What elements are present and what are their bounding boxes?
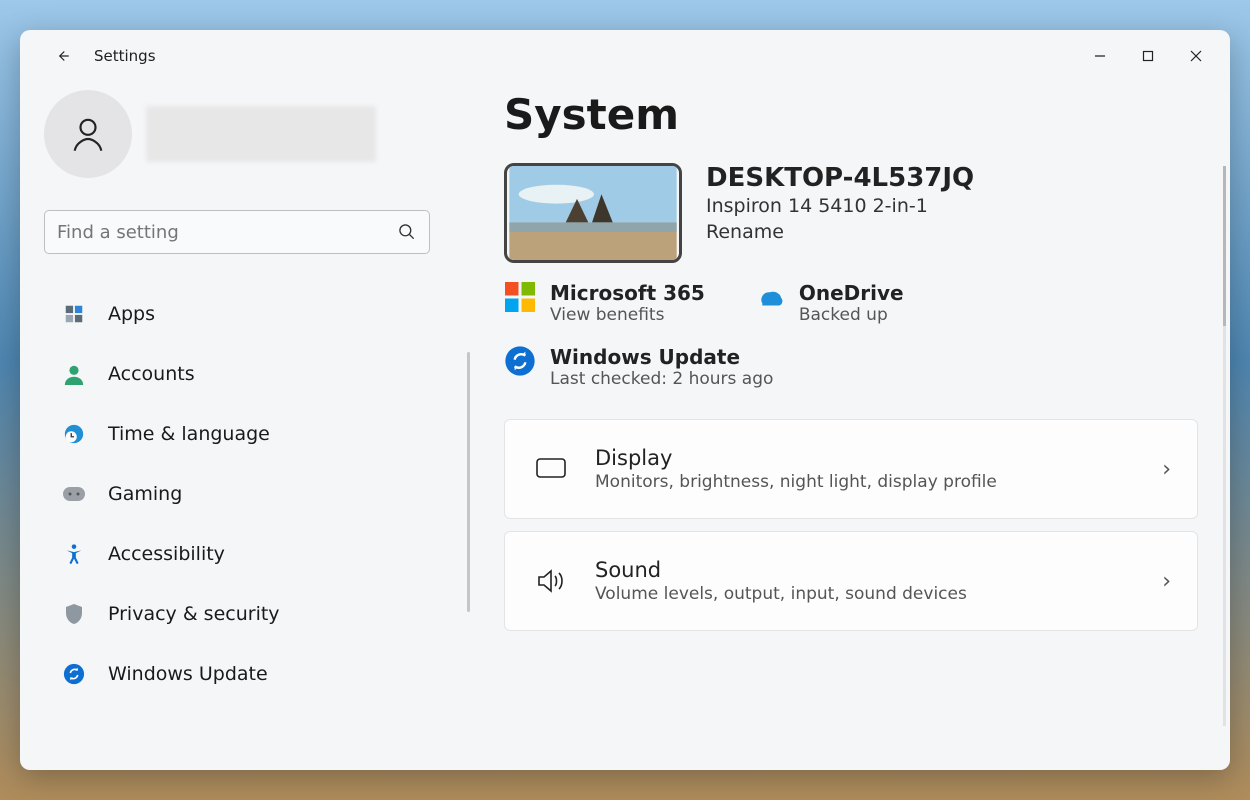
update-sync-icon [504,345,536,377]
onedrive-cloud-icon [753,281,785,313]
status-text: Windows UpdateLast checked: 2 hours ago [550,345,773,389]
maximize-button[interactable] [1124,32,1172,80]
maximize-icon [1142,50,1154,62]
device-name: DESKTOP-4L537JQ [706,163,974,193]
titlebar: Settings [20,30,1230,82]
device-info: DESKTOP-4L537JQ Inspiron 14 5410 2-in-1 … [706,163,974,243]
status-sub: Backed up [799,305,888,325]
device-row: DESKTOP-4L537JQ Inspiron 14 5410 2-in-1 … [504,163,1198,263]
apps-icon [62,302,86,326]
gaming-icon [62,482,86,506]
sidebar-item-windows-update[interactable]: Windows Update [44,644,454,704]
window-body: Apps Accounts Time & language Gaming Acc… [20,82,1230,770]
sidebar-item-accessibility[interactable]: Accessibility [44,524,454,584]
close-icon [1190,50,1202,62]
status-row: Microsoft 365View benefits OneDriveBacke… [504,281,1198,325]
time-language-icon [62,422,86,446]
status-label: Microsoft 365 [550,281,705,305]
card-sound[interactable]: SoundVolume levels, output, input, sound… [504,531,1198,631]
accessibility-icon [62,542,86,566]
card-subtitle: Volume levels, output, input, sound devi… [595,584,1162,604]
settings-window: Settings Apps [20,30,1230,770]
device-model: Inspiron 14 5410 2-in-1 [706,195,974,217]
avatar [44,90,132,178]
sidebar-item-gaming[interactable]: Gaming [44,464,454,524]
close-button[interactable] [1172,32,1220,80]
user-name-redacted [146,106,376,162]
search-box[interactable] [44,210,430,254]
accounts-icon [62,362,86,386]
card-text: SoundVolume levels, output, input, sound… [595,558,1162,604]
status-microsoft365[interactable]: Microsoft 365View benefits [504,281,705,325]
card-text: DisplayMonitors, brightness, night light… [595,446,1162,492]
update-sync-icon [62,662,86,686]
search-icon [397,222,417,242]
microsoft-logo-icon [504,281,536,313]
sidebar-item-label: Windows Update [108,663,268,685]
minimize-button[interactable] [1076,32,1124,80]
sound-icon [531,568,571,594]
sidebar-item-label: Apps [108,303,155,325]
chevron-right-icon: › [1162,569,1171,594]
sidebar-item-accounts[interactable]: Accounts [44,344,454,404]
sidebar-item-time-language[interactable]: Time & language [44,404,454,464]
status-sub: View benefits [550,305,664,325]
back-button[interactable] [48,42,76,70]
rename-link[interactable]: Rename [706,221,974,243]
sidebar-item-label: Time & language [108,423,270,445]
card-display[interactable]: DisplayMonitors, brightness, night light… [504,419,1198,519]
nav-list: Apps Accounts Time & language Gaming Acc… [44,284,454,704]
window-controls [1076,32,1220,80]
status-onedrive[interactable]: OneDriveBacked up [753,281,904,325]
status-text: OneDriveBacked up [799,281,904,325]
sidebar-item-label: Gaming [108,483,182,505]
shield-icon [62,602,86,626]
sidebar-item-label: Accounts [108,363,195,385]
device-thumbnail[interactable] [504,163,682,263]
window-title: Settings [94,47,156,65]
status-label: OneDrive [799,281,904,305]
sidebar-item-privacy-security[interactable]: Privacy & security [44,584,454,644]
status-text: Microsoft 365View benefits [550,281,705,325]
card-subtitle: Monitors, brightness, night light, displ… [595,472,1162,492]
sidebar-item-label: Accessibility [108,543,225,565]
main-content: System DESKTOP-4L537JQ Inspiron 14 5410 … [470,82,1230,770]
search-input[interactable] [57,222,397,243]
main-scrollbar-thumb[interactable] [1223,166,1226,326]
person-icon [68,111,108,157]
wallpaper-thumb-image [507,166,679,260]
chevron-right-icon: › [1162,457,1171,482]
status-windows-update[interactable]: Windows UpdateLast checked: 2 hours ago [504,345,1198,389]
sidebar: Apps Accounts Time & language Gaming Acc… [20,82,470,770]
sidebar-item-label: Privacy & security [108,603,280,625]
status-label: Windows Update [550,345,773,369]
user-row[interactable] [44,90,454,178]
arrow-left-icon [53,47,71,65]
sidebar-item-apps[interactable]: Apps [44,284,454,344]
minimize-icon [1094,50,1106,62]
status-sub: Last checked: 2 hours ago [550,369,773,389]
settings-cards: DisplayMonitors, brightness, night light… [504,419,1198,631]
page-title: System [504,90,1198,139]
card-title: Sound [595,558,1162,582]
display-icon [531,458,571,480]
card-title: Display [595,446,1162,470]
